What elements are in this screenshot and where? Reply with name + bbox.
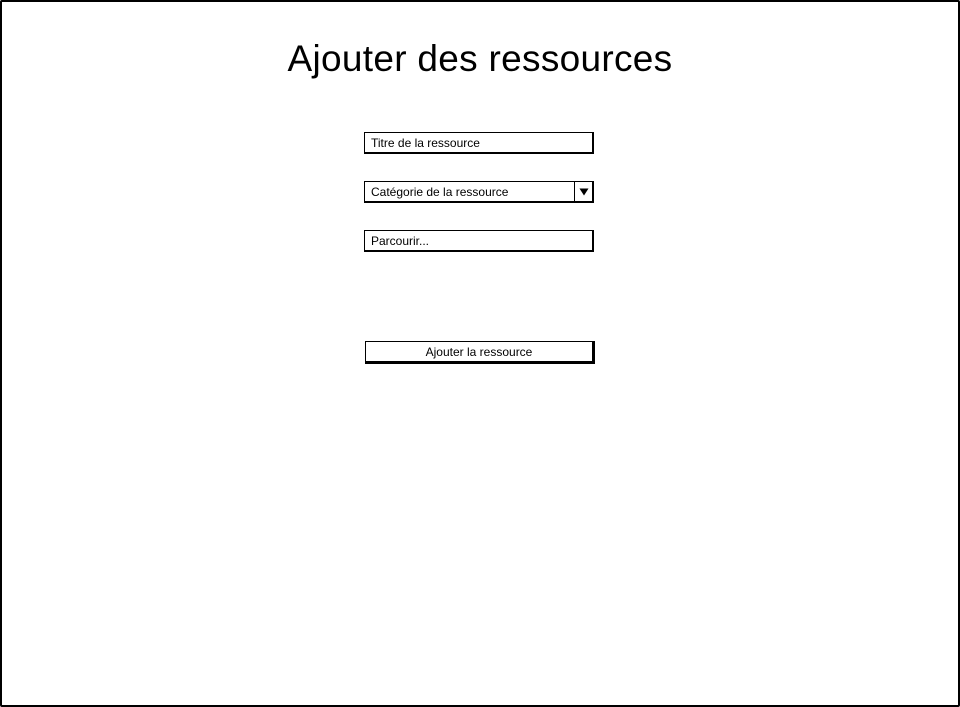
resource-title-placeholder: Titre de la ressource — [371, 136, 480, 150]
resource-category-value: Catégorie de la ressource — [371, 185, 509, 199]
resource-category-select[interactable]: Catégorie de la ressource — [364, 181, 594, 203]
file-browse-placeholder: Parcourir... — [371, 234, 430, 248]
add-resource-button[interactable]: Ajouter la ressource — [365, 341, 595, 364]
page-title: Ajouter des ressources — [287, 38, 673, 79]
resource-title-input[interactable]: Titre de la ressource — [364, 132, 594, 154]
file-browse-input[interactable]: Parcourir... — [364, 230, 594, 252]
chevron-down-icon[interactable] — [574, 182, 592, 202]
